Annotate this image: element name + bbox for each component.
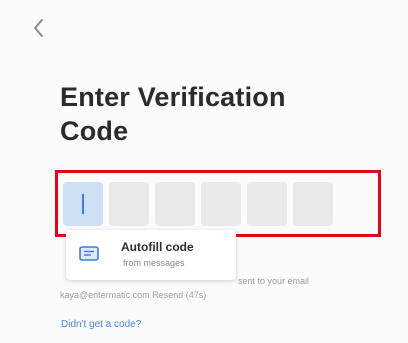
resend-countdown: Resend (47s) [152, 290, 207, 300]
message-icon [79, 246, 99, 261]
code-digit-2[interactable] [109, 182, 149, 226]
code-input-row [63, 182, 375, 226]
code-digit-3[interactable] [155, 182, 195, 226]
email-address: kaya@entermatic.com [60, 290, 150, 300]
code-digit-4[interactable] [201, 182, 241, 226]
email-line: kaya@entermatic.com Resend (47s) [60, 290, 206, 300]
autofill-title: Autofill code [121, 240, 194, 254]
code-digit-5[interactable] [247, 182, 287, 226]
sent-to-text: sent to your email [238, 276, 310, 286]
autofill-suggestion[interactable]: Autofill code from messages [66, 230, 236, 280]
text-caret [82, 194, 84, 214]
autofill-subtitle: from messages [123, 258, 185, 268]
didnt-get-code-link[interactable]: Didn't get a code? [61, 319, 141, 330]
code-digit-1[interactable] [63, 182, 103, 226]
chevron-left-icon [34, 19, 43, 37]
code-digit-6[interactable] [293, 182, 333, 226]
verification-screen: Enter Verification Code sent to your ema… [0, 0, 408, 343]
page-title: Enter Verification Code [60, 82, 286, 146]
back-button[interactable] [28, 14, 52, 42]
